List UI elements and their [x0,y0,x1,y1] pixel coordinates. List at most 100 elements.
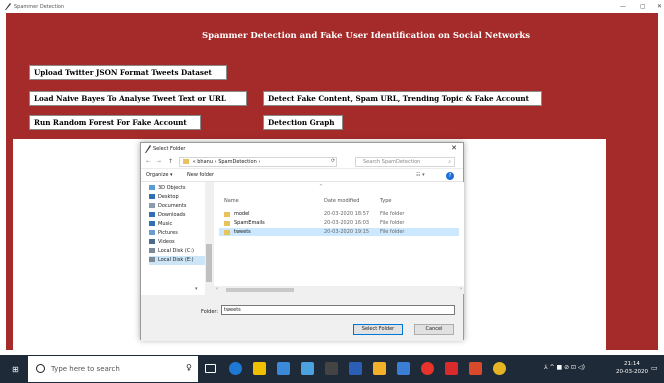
new-folder-button[interactable]: New folder [187,172,214,178]
detect-fake-content-button[interactable]: Detect Fake Content, Spam URL, Trending … [263,91,542,106]
nav-item-local-disk-c[interactable]: Local Disk (C:) [149,247,211,256]
address-bar[interactable]: « bhanu › SpamDetection › [179,157,337,167]
maximize-button[interactable]: ▢ [640,3,646,10]
cancel-button[interactable]: Cancel [414,324,454,335]
nav-item-downloads[interactable]: Downloads [149,211,211,220]
edge-icon[interactable] [229,362,242,375]
search-input[interactable]: Search SpamDetection ⌕ [355,157,455,167]
dialog-close-button[interactable]: ✕ [451,144,457,152]
clock-time: 21:14 [624,361,640,367]
folder-selection-area: Folder: tweets Select Folder Cancel [141,295,463,341]
pictures-icon [149,230,155,235]
breadcrumb-arrow: › [214,159,217,165]
scrollbar-thumb[interactable] [206,244,212,282]
taskbar: ⊞ Type here to search ♀ ⅄ ^ ■ ⊘ ⊡ ◁) 21:… [0,355,664,383]
dialog-title: Select Folder [153,146,186,152]
dialog-navbar: ← → ↑ « bhanu › SpamDetection › ⟳ Search… [141,155,463,169]
forward-button[interactable]: → [156,158,161,165]
scroll-left-icon[interactable]: ‹ [216,286,218,292]
file-row-spamemails[interactable]: SpamEmails 20-03-2020 16:03 File folder [219,219,459,227]
videos-icon [149,239,155,244]
app-heading: Spammer Detection and Fake User Identifi… [201,31,531,41]
breadcrumb-spamdetection[interactable]: SpamDetection [218,159,257,165]
search-icon: ⌕ [448,159,451,165]
drive-icon [149,257,155,262]
random-forest-button[interactable]: Run Random Forest For Fake Account [29,115,201,130]
window-titlebar: Spammer Detection — ▢ ✕ [0,0,664,13]
minimize-button[interactable]: — [620,3,626,10]
close-button[interactable]: ✕ [657,3,662,10]
word-icon[interactable] [349,362,362,375]
breadcrumb-bhanu[interactable]: bhanu [197,159,213,165]
nav-item-pictures[interactable]: Pictures [149,229,211,238]
nav-item-local-disk-e[interactable]: Local Disk (E:) [149,256,211,265]
load-naive-bayes-button[interactable]: Load Naive Bayes To Analyse Tweet Text o… [29,91,247,106]
sort-indicator-icon: ^ [319,184,324,190]
column-header-date[interactable]: Date modified [324,198,359,204]
nav-item-3d-objects[interactable]: 3D Objects [149,184,211,193]
nav-item-videos[interactable]: Videos [149,238,211,247]
folder-icon [183,159,189,164]
file-row-model[interactable]: model 20-03-2020 18:57 File folder [219,210,459,218]
dialog-titlebar: Select Folder ✕ [141,143,463,155]
cortana-icon [36,364,45,373]
window-title: Spammer Detection [14,4,65,10]
file-row-tweets[interactable]: tweets 20-03-2020 19:15 File folder [219,228,459,236]
task-view-icon[interactable] [205,364,216,373]
file-explorer-icon[interactable] [253,362,266,375]
folder-name-input[interactable]: tweets [221,305,455,315]
taskbar-search-placeholder: Type here to search [51,365,120,373]
select-folder-dialog: Select Folder ✕ ← → ↑ « bhanu › SpamDete… [140,142,464,341]
search-placeholder: Search SpamDetection [363,159,421,165]
select-folder-button[interactable]: Select Folder [353,324,403,335]
feather-icon [5,3,11,10]
file-list-scrollbar[interactable]: ‹ › [214,286,464,294]
windows-start-icon[interactable]: ⊞ [12,365,21,374]
microphone-icon[interactable]: ♀ [186,363,192,372]
organize-button[interactable]: Organize ▾ [146,172,173,178]
up-button[interactable]: ↑ [168,158,173,165]
clock-date: 20-03-2020 [616,369,648,375]
taskbar-search-box[interactable]: Type here to search ♀ [28,356,198,382]
clock[interactable]: 21:14 20-03-2020 [616,360,648,376]
downloads-icon [149,212,155,217]
nav-item-music[interactable]: Music [149,220,211,229]
python-icon[interactable] [493,362,506,375]
chrome-icon[interactable] [421,362,434,375]
app-icon[interactable] [469,362,482,375]
file-list: ^ Name Date modified Type model 20-03-20… [214,182,464,286]
help-icon[interactable]: ? [446,172,454,180]
desktop-icon [149,194,155,199]
navigation-scrollbar[interactable] [205,182,213,295]
documents-icon [149,203,155,208]
nav-item-documents[interactable]: Documents [149,202,211,211]
app-icon[interactable] [301,362,314,375]
column-header-type[interactable]: Type [380,198,391,204]
column-header-name[interactable]: Name [224,198,239,204]
app-icon[interactable] [397,362,410,375]
navigation-pane: 3D Objects Desktop Documents Downloads M… [141,182,213,295]
music-icon [149,221,155,226]
view-options-button[interactable]: ☷ ▾ [416,172,425,178]
3d-objects-icon [149,185,155,190]
dialog-toolbar: Organize ▾ New folder ☷ ▾ ? [141,169,463,182]
folder-icon [224,230,230,235]
notification-icon[interactable]: ▭ [651,364,658,372]
app-icon[interactable] [325,362,338,375]
refresh-icon[interactable]: ⟳ [331,158,335,164]
folder-icon[interactable] [373,362,386,375]
back-button[interactable]: ← [146,158,151,165]
address-separator: « [192,159,196,165]
acrobat-icon[interactable] [445,362,458,375]
scrollbar-thumb[interactable] [226,288,294,292]
scroll-right-icon[interactable]: › [460,286,462,292]
screen: Spammer Detection — ▢ ✕ Spammer Detectio… [0,0,664,383]
upload-dataset-button[interactable]: Upload Twitter JSON Format Tweets Datase… [29,65,227,80]
nav-item-desktop[interactable]: Desktop [149,193,211,202]
folder-label: Folder: [201,309,219,315]
detection-graph-button[interactable]: Detection Graph [263,115,343,130]
store-icon[interactable] [277,362,290,375]
chevron-down-icon[interactable]: ▾ [195,286,198,292]
drive-icon [149,248,155,253]
system-tray[interactable]: ⅄ ^ ■ ⊘ ⊡ ◁) [544,364,585,371]
